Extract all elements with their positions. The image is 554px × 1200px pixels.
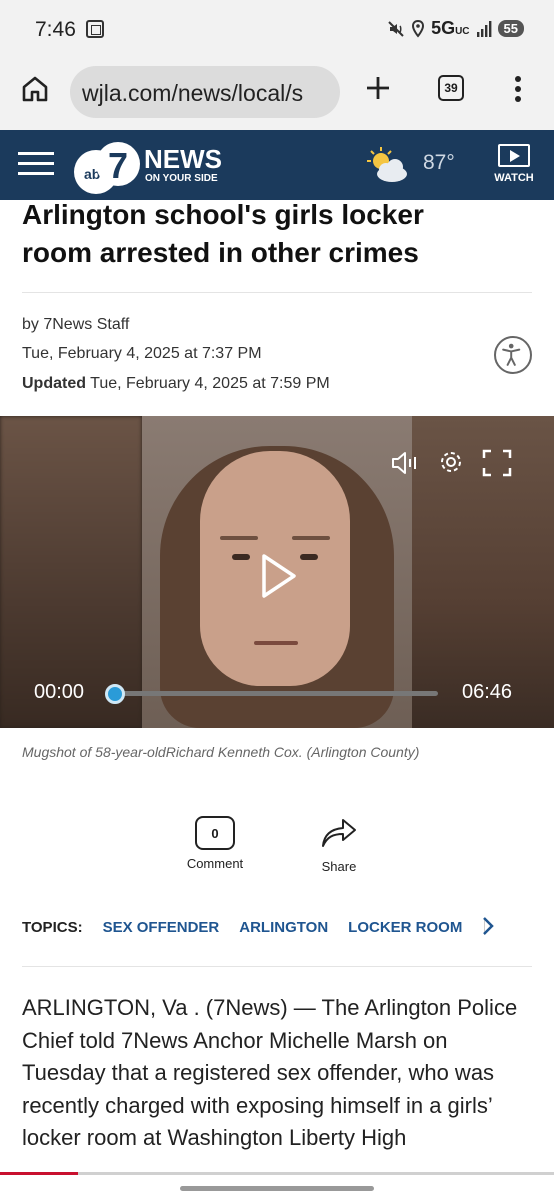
location-icon	[412, 19, 425, 38]
site-header: abc 7 NEWS ON YOUR SIDE 87° WATCH	[0, 130, 554, 200]
tab-switcher-button[interactable]: 39	[438, 75, 464, 101]
mugshot-detail	[292, 536, 330, 540]
article-body: ARLINGTON, Va . (7News) — The Arlington …	[22, 995, 518, 1150]
divider	[22, 966, 532, 967]
accessibility-icon[interactable]	[494, 336, 532, 374]
video-progress-bar[interactable]	[112, 691, 438, 696]
more-menu-icon[interactable]	[512, 74, 524, 104]
network-type: 5G	[431, 18, 456, 38]
headline-line-2: room arrested in other crimes	[22, 237, 419, 268]
comment-button[interactable]: 0 Comment	[180, 816, 250, 876]
video-current-time: 00:00	[34, 681, 85, 703]
publish-date: Tue, February 4, 2025 at 7:37 PM	[22, 345, 262, 362]
headline-line-1: Arlington school's girls locker	[22, 199, 424, 230]
signal-icon	[476, 20, 491, 37]
temperature: 87°	[423, 151, 455, 174]
topics-label: TOPICS:	[22, 918, 83, 936]
status-indicators: 5GUC 55	[387, 18, 524, 39]
share-label: Share	[321, 859, 357, 874]
share-icon	[322, 819, 356, 847]
mugshot-detail	[254, 641, 298, 645]
hamburger-menu-icon[interactable]	[18, 152, 54, 178]
watch-label: WATCH	[494, 172, 534, 184]
watch-button[interactable]: WATCH	[488, 144, 540, 190]
image-caption: Mugshot of 58-year-oldRichard Kenneth Co…	[22, 744, 420, 760]
play-box-icon	[498, 144, 530, 167]
topic-tag-sex-offender[interactable]: SEX OFFENDER	[103, 919, 220, 936]
updated-label: Updated	[22, 375, 86, 392]
topic-tag-arlington[interactable]: ARLINGTON	[239, 919, 328, 936]
comment-label: Comment	[186, 856, 244, 871]
video-scrubber[interactable]	[105, 684, 125, 704]
divider	[22, 292, 532, 293]
status-bar: 7:46 5GUC 55	[0, 0, 554, 58]
partly-cloudy-icon[interactable]	[364, 146, 410, 184]
share-button[interactable]: Share	[312, 816, 366, 876]
battery-indicator: 55	[497, 20, 524, 37]
page-load-progress	[0, 1172, 78, 1175]
comment-icon: 0	[195, 816, 235, 850]
volume-muted-icon[interactable]	[390, 449, 420, 477]
updated-date: Updated Tue, February 4, 2025 at 7:59 PM	[22, 375, 330, 393]
gesture-navigation-bar[interactable]	[180, 1186, 374, 1191]
play-icon[interactable]	[258, 552, 298, 600]
logo-tagline: ON YOUR SIDE	[145, 173, 218, 184]
logo-channel: 7	[108, 145, 128, 186]
network-subtype: UC	[455, 26, 470, 37]
mute-icon	[388, 20, 404, 37]
fullscreen-icon[interactable]	[482, 449, 512, 477]
screenshot-icon	[86, 20, 104, 38]
mugshot-detail	[300, 554, 318, 560]
home-icon[interactable]	[20, 74, 50, 104]
topics-row: TOPICS: SEX OFFENDER ARLINGTON LOCKER RO…	[22, 916, 542, 938]
updated-value: Tue, February 4, 2025 at 7:59 PM	[90, 375, 330, 392]
topic-tag-locker-room[interactable]: LOCKER ROOM	[348, 919, 462, 936]
new-tab-icon[interactable]	[364, 74, 392, 102]
mugshot-detail	[232, 554, 250, 560]
article-headline: Arlington school's girls locker room arr…	[22, 196, 532, 272]
byline: by 7News Staff	[22, 316, 130, 333]
url-text: wjla.com/news/local/s	[82, 80, 304, 106]
site-logo[interactable]: abc 7 NEWS ON YOUR SIDE	[72, 140, 232, 194]
page-load-track	[78, 1172, 554, 1175]
video-player[interactable]: 00:00 06:46	[0, 416, 554, 728]
logo-text: NEWS	[144, 144, 222, 174]
status-time: 7:46	[35, 18, 76, 41]
mugshot-detail	[220, 536, 258, 540]
gear-icon[interactable]	[438, 449, 464, 475]
browser-toolbar: wjla.com/news/local/s 39	[0, 58, 554, 130]
video-duration: 06:46	[462, 681, 513, 703]
chevron-right-icon[interactable]	[480, 915, 496, 937]
address-bar[interactable]: wjla.com/news/local/s	[70, 66, 340, 118]
